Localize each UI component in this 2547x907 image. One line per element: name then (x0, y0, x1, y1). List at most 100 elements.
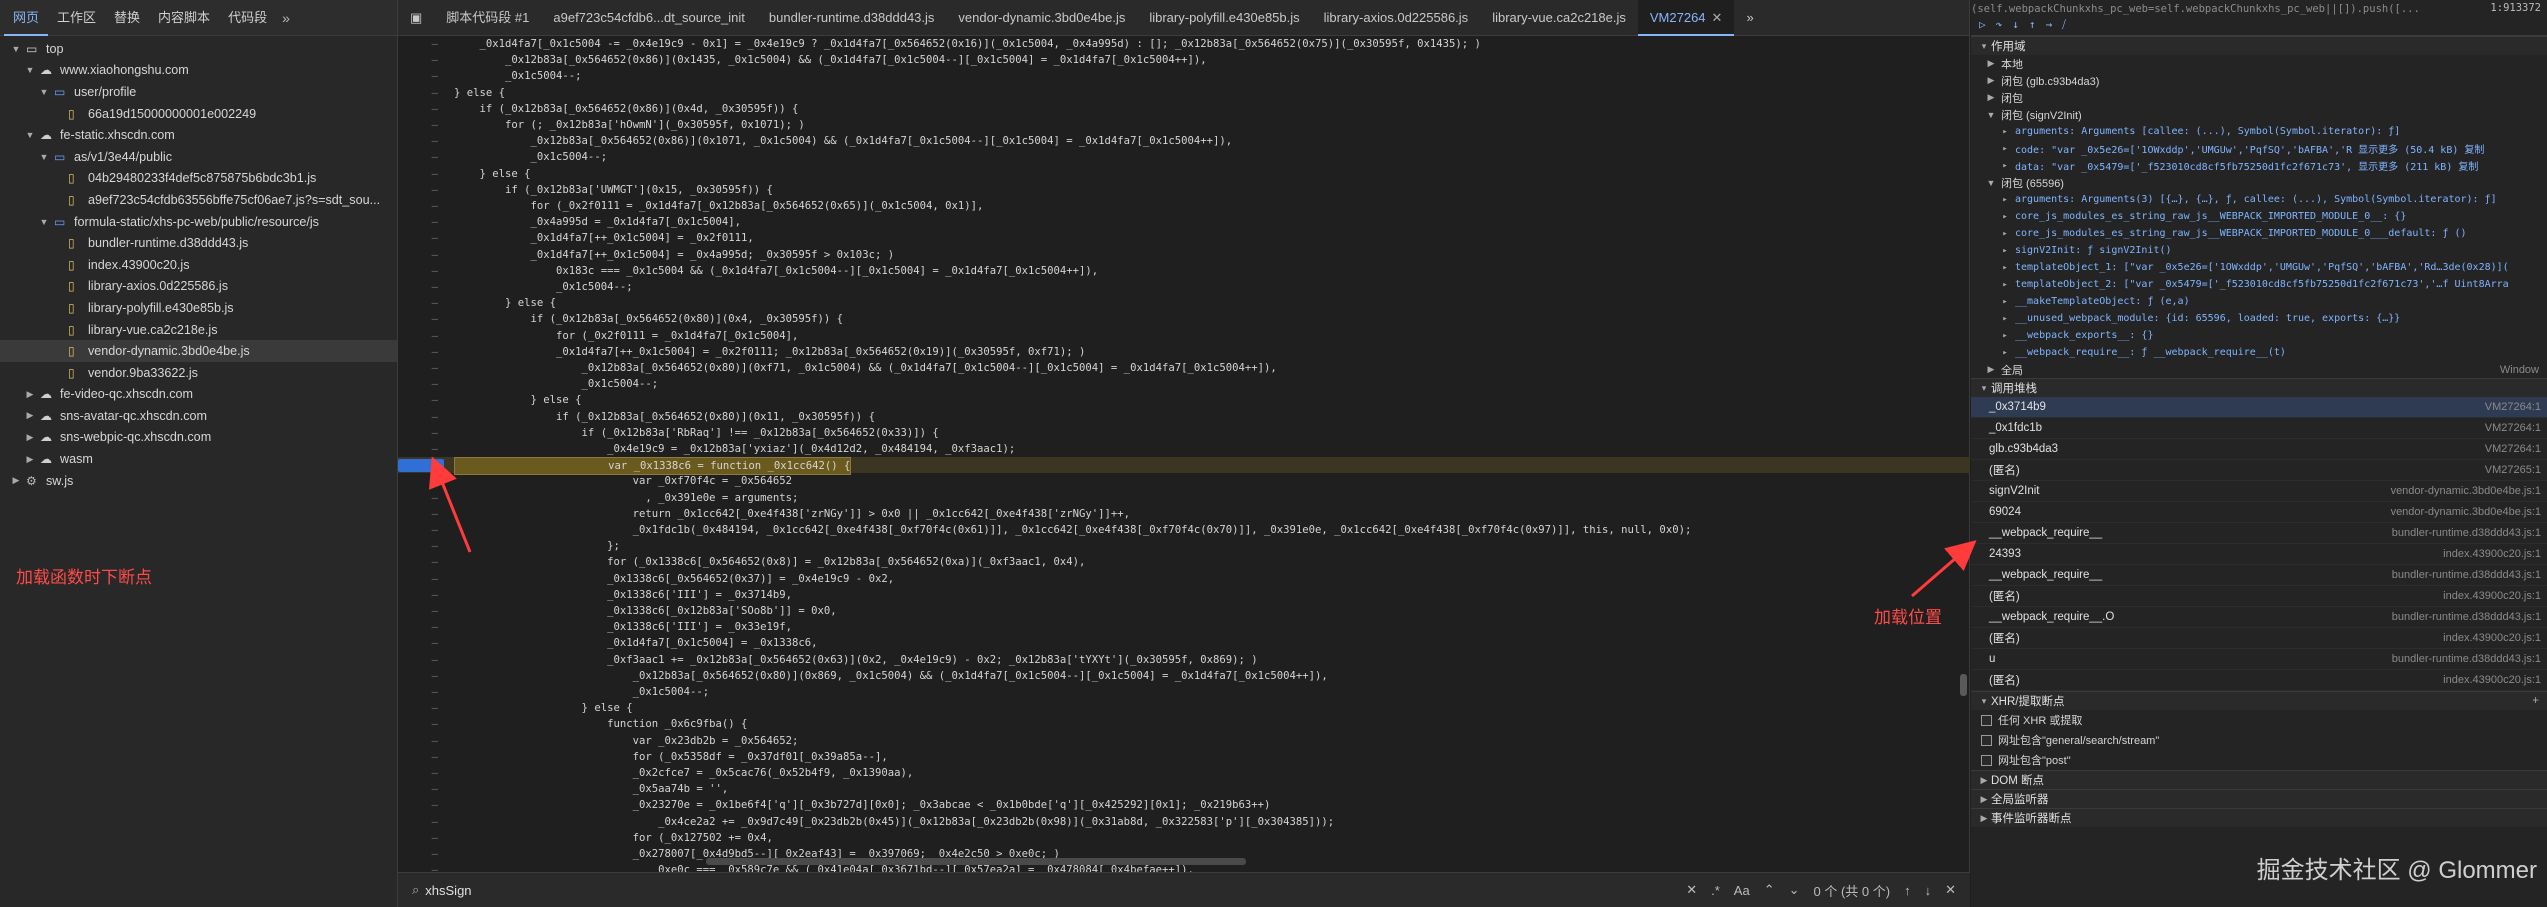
code-line[interactable]: – for (; _0x12b83a['hOwmN'](_0x30595f, 0… (398, 117, 1970, 133)
tree-item[interactable]: ▯ vendor-dynamic.3bd0e4be.js (0, 340, 397, 362)
code-line[interactable]: – for (_0x127502 += 0x4, (398, 830, 1970, 846)
line-gutter[interactable]: – (398, 538, 460, 554)
tree-item[interactable]: ▶ ☁ sns-avatar-qc.xhscdn.com (0, 405, 397, 427)
nav-tab[interactable]: 替换 (105, 0, 149, 36)
editor-tab[interactable]: library-vue.ca2c218e.js (1480, 0, 1638, 36)
section-header[interactable]: ▶ DOM 断点 (1971, 770, 2547, 789)
callstack-frame[interactable]: signV2Init vendor-dynamic.3bd0e4be.js:1 (1971, 481, 2547, 502)
code-line[interactable]: – _0x1c5004--; (398, 68, 1970, 84)
tree-item[interactable]: ▯ 04b29480233f4def5c875875b6bdc3b1.js (0, 168, 397, 190)
line-gutter[interactable]: – (398, 360, 460, 376)
line-gutter[interactable]: – (398, 198, 460, 214)
tree-item[interactable]: ▯ library-polyfill.e430e85b.js (0, 297, 397, 319)
code-line[interactable]: – return _0x1cc642[_0xe4f438['zrNGy']] >… (398, 506, 1970, 522)
line-gutter[interactable]: – (398, 571, 460, 587)
code-line[interactable]: – _0x23270e = _0x1be6f4['q'][_0x3b727d][… (398, 797, 1970, 813)
code-line[interactable]: – _0x1c5004--; (398, 279, 1970, 295)
code-line[interactable]: – _0x4ce2a2 += _0x9d7c49[_0x23db2b(0x45)… (398, 814, 1970, 830)
step-into-icon[interactable]: ↓ (2012, 18, 2019, 32)
code-line[interactable]: – if (_0x12b83a[_0x564652(0x80)](0x4, _0… (398, 311, 1970, 327)
line-gutter[interactable]: – (398, 263, 460, 279)
tree-item[interactable]: ▶ ⚙ sw.js (0, 470, 397, 492)
scope-item[interactable]: ▸ signV2Init: ƒ signV2Init() (1971, 242, 2547, 259)
breakpoint-marker[interactable] (398, 458, 444, 472)
code-line[interactable]: – _0x12b83a[_0x564652(0x80)](0xf71, _0x1… (398, 360, 1970, 376)
line-gutter[interactable]: – (398, 441, 460, 457)
tree-item[interactable]: ▼ ☁ www.xiaohongshu.com (0, 60, 397, 82)
step-out-icon[interactable]: ↑ (2029, 18, 2036, 32)
callstack-frame[interactable]: __webpack_require__ bundler-runtime.d38dd… (1971, 565, 2547, 586)
callstack-frame[interactable]: _0x1fdc1b VM27264:1 (1971, 418, 2547, 439)
scope-item[interactable]: ▸ code: "var _0x5e26=['1OWxddp','UMGUw','… (1971, 140, 2547, 157)
sidebar-toggle-icon[interactable]: ▣ (398, 0, 434, 36)
xhr-section-header[interactable]: ▾ XHR/提取断点 + (1971, 691, 2547, 710)
line-gutter[interactable]: – (398, 425, 460, 441)
line-gutter[interactable]: – (398, 554, 460, 570)
tree-item[interactable]: ▶ ☁ sns-webpic-qc.xhscdn.com (0, 427, 397, 449)
tree-item[interactable]: ▯ bundler-runtime.d38ddd43.js (0, 232, 397, 254)
code-line[interactable]: – if (_0x12b83a['RbRaq'] !== _0x12b83a[_… (398, 425, 1970, 441)
nav-tab[interactable]: 代码段 (219, 0, 276, 36)
scope-item[interactable]: ▶ 本地 (1971, 55, 2547, 72)
line-gutter[interactable]: – (398, 166, 460, 182)
line-gutter[interactable]: – (398, 652, 460, 668)
editor-tab[interactable]: library-axios.0d225586.js (1312, 0, 1481, 36)
code-line[interactable]: – _0xf3aac1 += _0x12b83a[_0x564652(0x63)… (398, 652, 1970, 668)
line-gutter[interactable]: – (398, 490, 460, 506)
line-gutter[interactable]: – (398, 117, 460, 133)
callstack-frame[interactable]: (匿名) VM27265:1 (1971, 460, 2547, 481)
line-gutter[interactable]: – (398, 862, 460, 872)
section-header[interactable]: ▶ 全局监听器 (1971, 789, 2547, 808)
callstack-frame[interactable]: glb.c93b4da3 VM27264:1 (1971, 439, 2547, 460)
tree-item[interactable]: ▯ a9ef723c54cfdb63556bffe75cf06ae7.js?s=s… (0, 189, 397, 211)
scope-item[interactable]: ▸ __webpack_exports__: {} (1971, 327, 2547, 344)
callstack-frame[interactable]: 69024 vendor-dynamic.3bd0e4be.js:1 (1971, 502, 2547, 523)
tree-item[interactable]: ▯ 66a19d15000000001e002249 (0, 103, 397, 125)
code-line[interactable]: – function _0x6c9fba() { (398, 716, 1970, 732)
code-line[interactable]: – _0x5aa74b = '', (398, 781, 1970, 797)
scope-item[interactable]: ▸ arguments: Arguments [callee: (...), Sy… (1971, 123, 2547, 140)
line-gutter[interactable]: – (398, 36, 460, 52)
line-gutter[interactable]: – (398, 344, 460, 360)
next-match-icon[interactable]: ⌄ (1789, 882, 1800, 898)
code-line[interactable]: – var _0x1338c6 = function _0x1cc642() { (398, 457, 1970, 476)
line-gutter[interactable]: – (398, 846, 460, 862)
scope-item[interactable]: ▸ core_js_modules_es_string_raw_js__WEBPA… (1971, 208, 2547, 225)
callstack-frame[interactable]: u bundler-runtime.d38ddd43.js:1 (1971, 649, 2547, 670)
scope-item[interactable]: ▶ 闭包 (glb.c93b4da3) (1971, 72, 2547, 89)
line-gutter[interactable]: – (398, 506, 460, 522)
code-line[interactable]: – var _0xf70f4c = _0x564652 (398, 473, 1970, 489)
editor-tab[interactable]: VM27264 ✕ (1637, 0, 1735, 36)
match-case-toggle[interactable]: Aa (1734, 883, 1750, 898)
tree-item[interactable]: ▼ ▭ top (0, 38, 397, 60)
editor-tab[interactable]: a9ef723c54cfdb6...dt_source_init (541, 0, 757, 36)
callstack-section-header[interactable]: ▾ 调用堆栈 (1971, 378, 2547, 397)
code-line[interactable]: – 0x183c === _0x1c5004 && (_0x1d4fa7[_0x… (398, 263, 1970, 279)
line-gutter[interactable]: – (398, 522, 460, 538)
line-gutter[interactable]: – (398, 700, 460, 716)
code-view[interactable]: – _0x1d4fa7[_0x1c5004 -= _0x4e19c9 - 0x1… (398, 36, 1970, 872)
line-gutter[interactable]: – (398, 68, 460, 84)
code-line[interactable]: – for (_0x2f0111 = _0x1d4fa7[_0x12b83a[_… (398, 198, 1970, 214)
xhr-breakpoint[interactable]: 任何 XHR 或提取 (1971, 710, 2547, 730)
scope-item[interactable]: ▶ 闭包 (1971, 89, 2547, 106)
line-gutter[interactable]: – (398, 182, 460, 198)
code-line[interactable]: – _0x1338c6['III'] = _0x33e19f, (398, 619, 1970, 635)
code-line[interactable]: – _0x1338c6['III'] = _0x3714b9, (398, 587, 1970, 603)
code-line[interactable]: – _0x1c5004--; (398, 684, 1970, 700)
scope-item[interactable]: ▸ templateObject_1: ["var _0x5e26=['1OWxd… (1971, 259, 2547, 276)
step-over-icon[interactable]: ↷ (1996, 18, 2003, 32)
code-line[interactable]: – if (_0x12b83a['UWMGT'](0x15, _0x30595f… (398, 182, 1970, 198)
scope-item[interactable]: ▸ __makeTemplateObject: ƒ (e,a) (1971, 293, 2547, 310)
line-gutter[interactable]: – (398, 230, 460, 246)
line-gutter[interactable]: – (398, 295, 460, 311)
callstack-frame[interactable]: 24393 index.43900c20.js:1 (1971, 544, 2547, 565)
tree-item[interactable]: ▼ ▭ as/v1/3e44/public (0, 146, 397, 168)
scope-item[interactable]: ▸ core_js_modules_es_string_raw_js__WEBPA… (1971, 225, 2547, 242)
more-editor-tabs[interactable]: » (1734, 0, 1765, 36)
code-line[interactable]: – _0x4a995d = _0x1d4fa7[_0x1c5004], (398, 214, 1970, 230)
callstack-frame[interactable]: (匿名) index.43900c20.js:1 (1971, 670, 2547, 691)
line-gutter[interactable]: – (398, 279, 460, 295)
line-gutter[interactable]: – (398, 587, 460, 603)
line-gutter[interactable]: – (398, 328, 460, 344)
